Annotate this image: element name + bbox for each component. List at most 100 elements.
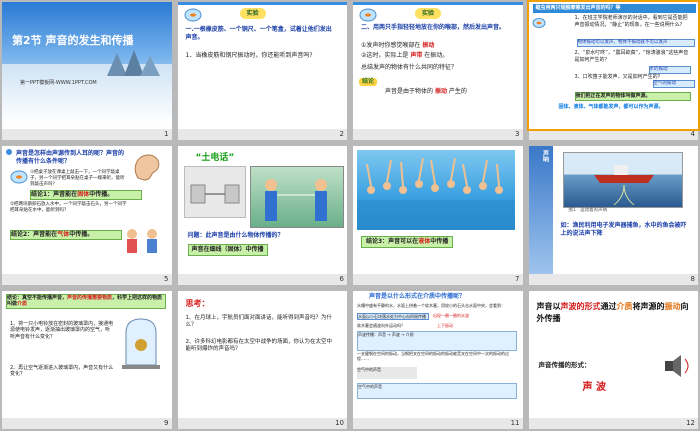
slide-thumbnail-11[interactable]: 声音是以什么形式在介质中传播呢？ 水槽中盛有平静的水，水面上拼着一个软木塞，用较… xyxy=(353,290,523,429)
slide-number: 5 xyxy=(2,273,172,285)
wave-diagram-1: 声波传播：声音 → 声波 → 介质 xyxy=(357,330,517,351)
slide-sorter-grid: 第2节 声音的发生和传播 第一PPT模板网-WWW.1PPT.COM 1 实验 … xyxy=(2,0,700,429)
slide-number: 12 xyxy=(528,417,698,429)
experiment-text: 一.一根橡皮筋、一个铜尺、一个笔盒，试着让他们发出声音。 xyxy=(185,26,332,42)
slide-number: 1 xyxy=(2,129,172,141)
slide-number: 11 xyxy=(353,417,523,429)
lead-question: 声音是怎样由声源传到人耳的呢？声音的传播有什么条件呢？ xyxy=(16,150,125,166)
conclusion-1-end: 中传播。 xyxy=(89,191,114,199)
slide-thumbnail-2[interactable]: 实验 一.一根橡皮筋、一个铜尺、一个笔盒，试着让他们发出声音。 1．当橡皮筋和钢… xyxy=(177,2,347,141)
summary-vibration: 振动 xyxy=(664,301,681,311)
slide-thumbnail-1[interactable]: 第2节 声音的发生和传播 第一PPT模板网-WWW.1PPT.COM 1 xyxy=(2,2,172,141)
slide-number: 10 xyxy=(177,417,347,429)
conclusion-2-answer: 气体 xyxy=(57,231,70,239)
answer-wave-2: 出现一圈一圈的水波 xyxy=(433,312,469,318)
slide-canvas: 声呐 图1 · 运动着的声呐 如：渔民利用电子发声器捕鱼，水中的鱼会被吓上的说法… xyxy=(528,146,698,274)
experiment-badge: 实验 xyxy=(239,8,266,19)
experiment-2: ②把两块鹅卵石放入水中，一个同学敲击石头，另一个同学把耳朵贴在水中，能听到吗？ xyxy=(10,202,127,214)
cork-answer: 上下振动 xyxy=(437,322,453,328)
diagram-caption: 图1 · 运动着的声呐 xyxy=(568,208,608,214)
cork-question: 软木塞会随波向外运动吗？ xyxy=(357,322,405,328)
banner-question: 蝗虫用两只翅膀摩擦发出声音的吗？等 xyxy=(532,4,696,13)
wave-diagram-2: 空气中的声音 xyxy=(357,382,517,399)
speaker-icon xyxy=(664,354,688,377)
slide-footer: 第一PPT模板网-WWW.1PPT.COM xyxy=(20,80,97,86)
medium-answer: 介质 xyxy=(17,301,28,308)
slide-number: 8 xyxy=(528,273,698,285)
vacuum-conclusion: 结论：真空不能传播声音， xyxy=(7,294,68,301)
experiment-1: ①把桌子放在课桌上敲击一下，一个同学敲桌子，另一个同学把耳朵贴在桌子一端来听，能… xyxy=(30,170,125,188)
conclusion-3: 结论3：声音可以在 xyxy=(366,238,419,246)
q2-text: ②这时，实际上是 xyxy=(361,52,409,59)
q2-end: 在振动。 xyxy=(424,52,449,59)
slide-number: 4 xyxy=(528,129,698,141)
think-question-2: 2、许多科幻电影都有在太空中战争的场面，你认为在太空中能听到爆炸的声音吗？ xyxy=(185,338,333,353)
conclusion-1-answer: 固体 xyxy=(77,191,90,199)
summary-sound-wave: 声波的形式 xyxy=(560,301,601,311)
conclusion-2-end: 中传播。 xyxy=(69,231,94,239)
conclusion-label: 结论 xyxy=(359,78,378,87)
slide-thumbnail-3[interactable]: 实验 二、用两只手指轻轻地放在你的喉部，然后发出声音。 ①发声时你感觉喉部在 振… xyxy=(353,2,523,141)
conclusion-3-end: 中传播 xyxy=(430,238,449,246)
conclusion-3-answer: 液体 xyxy=(418,238,431,246)
snow-trees-image xyxy=(107,50,160,76)
side-bar xyxy=(528,146,553,274)
summary-part-2: 通过 xyxy=(600,301,617,311)
slide-heading: 声音是以什么形式在介质中传播呢？ xyxy=(369,292,466,300)
fishbowl-icon xyxy=(359,8,377,22)
tuning-fork-text: 一支健钢在空间的振动，当钢把叉在空间的振动的振动被音叉在空间中一次的振动的过程…… xyxy=(357,350,509,362)
slide-canvas: 实验 二、用两只手指轻轻地放在你的喉部，然后发出声音。 ①发声时你感觉喉部在 振… xyxy=(353,2,523,130)
conclusion-1: 结论1：声音能在 xyxy=(31,191,78,199)
slide-canvas: 蝗虫用两只翅膀摩擦发出声音的吗？等 1、在班主学院老师演示的对话中，看到它是否能… xyxy=(526,0,700,132)
summary-part-3: 将声源的 xyxy=(632,301,665,311)
slide-canvas: 结论：真空不能传播声音，声音的传播需要物质，科学上把这样的物质叫做介质 1、将一… xyxy=(2,290,172,418)
slide-number: 6 xyxy=(177,273,347,285)
slide-thumbnail-12[interactable]: 声音以声波的形式通过介质将声源的振动向外传播 声音传播的形式： 声 波 12 xyxy=(528,290,698,429)
summary-part-1: 声音以 xyxy=(536,301,561,311)
ear-image xyxy=(134,154,160,181)
question-text: 1．当橡皮筋和钢尺振动时，你还能听到声音吗? xyxy=(185,52,313,59)
slide-canvas: 实验 一.一根橡皮筋、一个铜尺、一个笔盒，试着让他们发出声音。 1．当橡皮筋和钢… xyxy=(177,2,347,130)
slide-number: 3 xyxy=(353,129,523,141)
answer-box: 声音在细线（固体）中传播 xyxy=(187,244,268,257)
slide-thumbnail-8[interactable]: 声呐 图1 · 运动着的声呐 如：渔民利用电子发声器捕鱼，水中的鱼会被吓上的说法… xyxy=(528,146,698,285)
slide-canvas: 声音是以什么形式在介质中传播呢？ 水槽中盛有平静的水，水面上拼着一个软木塞，用较… xyxy=(353,290,523,418)
experiment-text: 二、用两只手指轻轻地放在你的喉部，然后发出声音。 xyxy=(361,24,506,31)
sound-source-note: 固体、液体、气体都能发声，都可以作为声源。 xyxy=(558,104,664,110)
bell-jar-image xyxy=(122,318,160,369)
air-sound-label-1: 空气中的声音 xyxy=(357,366,417,379)
slide-canvas: 结论3：声音可以在液体中传播 xyxy=(353,146,523,274)
q1-text: ①发声时你感觉喉部在 xyxy=(361,42,421,49)
slide-thumbnail-9[interactable]: 结论：真空不能传播声音，声音的传播需要物质，科学上把这样的物质叫做介质 1、将一… xyxy=(2,290,172,429)
conclusion-end: 产生的 xyxy=(448,88,467,95)
answer-3: 振动 xyxy=(434,88,447,95)
think-question-1: 1、在月球上，宇航员们面对面讲话，能听得到声音吗？为什么？ xyxy=(185,314,333,329)
water-experiment: 水槽中盛有平静的水，水面上拼着一个软木塞，用较小的石头击水面中央，会看到： xyxy=(357,302,505,308)
answer-1: 振动 xyxy=(422,42,435,49)
slide-thumbnail-10[interactable]: 思考： 1、在月球上，宇航员们面对面讲话，能听得到声音吗？为什么？ 2、许多科幻… xyxy=(177,290,347,429)
fishbowl-icon xyxy=(10,170,28,184)
slide-canvas: 第2节 声音的发生和传播 第一PPT模板网-WWW.1PPT.COM xyxy=(2,2,172,130)
q1-text: 1、在班主学院老师演示的对话中，看到它是否能把声音振动情况，“静止”的现象，在一… xyxy=(574,15,688,28)
slide-number: 9 xyxy=(2,417,172,429)
slide-title: 第2节 声音的发生和传播 xyxy=(12,34,134,47)
think-heading: 思考： xyxy=(185,298,210,308)
fishbowl-icon xyxy=(184,8,201,22)
slide-canvas: 声音以声波的形式通过介质将声源的振动向外传播 声音传播的形式： 声 波 xyxy=(528,290,698,418)
answer-wave-1: 水面以小石块落水处为中心向四周传播 xyxy=(357,312,429,321)
sound-source-definition: 我们把正在发声的物体叫做声源。 xyxy=(574,92,691,101)
answer-box-1: 物体振动可以发声，物体不振动就不可以发声 xyxy=(576,39,695,48)
question-text: 问题：此声音是由什么物体传播的？ xyxy=(187,232,284,240)
answer-2: 声带 xyxy=(410,52,423,59)
sonar-tag: 声呐 xyxy=(541,150,549,163)
slide-thumbnail-4[interactable]: 蝗虫用两只翅膀摩擦发出声音的吗？等 1、在班主学院老师演示的对话中，看到它是否能… xyxy=(526,0,700,141)
slide-number: 7 xyxy=(353,273,523,285)
slide-thumbnail-5[interactable]: 声音是怎样由声源传到人耳的呢？声音的传播有什么条件呢？ ①把桌子放在课桌上敲击一… xyxy=(2,146,172,285)
slide-thumbnail-7[interactable]: 结论3：声音可以在液体中传播 7 xyxy=(353,146,523,285)
answer-box-2: 水的振动 xyxy=(648,66,691,75)
vacuum-answer: 声音的传播需要物质 xyxy=(67,294,113,301)
summary-medium: 介质 xyxy=(616,301,633,311)
fishing-example: 如：渔民利用电子发声器捕鱼，水中的鱼会被吓上的说法声下降 xyxy=(560,222,687,238)
experiment-badge: 实验 xyxy=(415,8,441,19)
slide-thumbnail-6[interactable]: “土电话” 问题：此声音是由什么物体传播的？ 声音在细线（固体）中传播 6 xyxy=(177,146,347,285)
